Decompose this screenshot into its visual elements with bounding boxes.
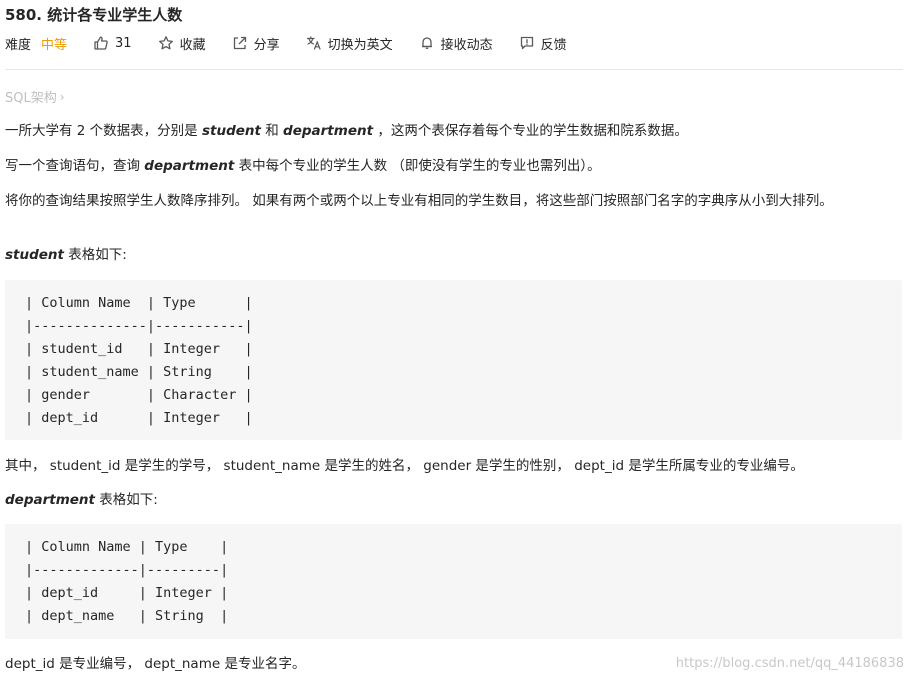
translate-icon [306, 35, 322, 51]
code-line: | student_name | String | [25, 364, 253, 380]
student-schema-code: | Column Name | Type | |--------------|--… [25, 292, 253, 430]
translate-label: 切换为英文 [327, 37, 393, 53]
code-line: | gender | Character | [25, 387, 253, 403]
share-icon [232, 35, 248, 51]
text-segment: 一所大学有 2 个数据表，分别是 [5, 123, 202, 139]
favorite-label: 收藏 [179, 37, 206, 53]
code-line: | Column Name | Type | [25, 539, 229, 555]
bell-icon [419, 35, 435, 51]
department-table-heading: department 表格如下: [5, 490, 158, 510]
breadcrumb-label[interactable]: SQL架构 [5, 87, 57, 106]
problem-toolbar: 难度 中等 31 收藏 分享 切换为英文 接收动态 反馈 [5, 34, 567, 53]
table-name-department: department [5, 492, 95, 508]
text-segment: ，这两个表保存着每个专业的学生数据和院系数据。 [373, 123, 688, 139]
table-name-department: department [144, 158, 235, 174]
translate-button[interactable]: 切换为英文 [306, 34, 393, 53]
text-segment: 表中每个专业的学生人数 （即使没有学生的专业也需列出）。 [234, 158, 601, 174]
description-paragraph-3: 将你的查询结果按照学生人数降序排列。 如果有两个或两个以上专业有相同的学生数目，… [5, 193, 833, 209]
share-label: 分享 [253, 37, 280, 53]
feedback-label: 反馈 [540, 37, 567, 53]
description-paragraph-4: 其中， student_id 是学生的学号， student_name 是学生的… [5, 458, 804, 474]
description-paragraph-1: 一所大学有 2 个数据表，分别是 student 和 department ，这… [5, 121, 688, 141]
text-segment: 表格如下: [63, 247, 127, 263]
feedback-icon [519, 35, 535, 51]
code-line: | Column Name | Type | [25, 295, 253, 311]
code-line: |--------------|-----------| [25, 318, 253, 334]
table-name-student: student [5, 247, 64, 263]
code-line: | dept_name | String | [25, 608, 229, 624]
problem-page: 580. 统计各专业学生人数 难度 中等 31 收藏 分享 切换为英文 接收动态… [0, 0, 913, 683]
like-count: 31 [115, 35, 132, 51]
thumbs-up-icon [93, 35, 109, 51]
student-table-heading: student 表格如下: [5, 245, 127, 265]
header-divider [5, 69, 903, 70]
star-icon [158, 35, 174, 51]
code-line: | student_id | Integer | [25, 341, 253, 357]
chevron-right-icon: › [59, 89, 65, 104]
description-paragraph-2: 写一个查询语句，查询 department 表中每个专业的学生人数 （即使没有学… [5, 156, 601, 176]
notify-label: 接收动态 [440, 37, 493, 53]
code-line: | dept_id | Integer | [25, 585, 229, 601]
difficulty-label: 难度 [5, 37, 32, 53]
like-button[interactable]: 31 [93, 35, 132, 51]
text-segment: 和 [260, 123, 284, 139]
department-schema-code-block: | Column Name | Type | |-------------|---… [5, 524, 902, 639]
notify-button[interactable]: 接收动态 [419, 34, 493, 53]
breadcrumb[interactable]: SQL架构 › [5, 87, 65, 107]
text-segment: 写一个查询语句，查询 [5, 158, 145, 174]
difficulty-badge: 中等 [41, 37, 68, 53]
table-name-department: department [283, 123, 374, 139]
problem-title: 580. 统计各专业学生人数 [5, 6, 183, 24]
share-button[interactable]: 分享 [232, 34, 280, 53]
text-segment: 表格如下: [95, 492, 158, 508]
department-schema-code: | Column Name | Type | |-------------|---… [25, 536, 228, 628]
feedback-button[interactable]: 反馈 [519, 34, 567, 53]
description-paragraph-5: dept_id 是专业编号， dept_name 是专业名字。 [5, 656, 306, 672]
table-name-student: student [201, 123, 261, 139]
code-line: | dept_id | Integer | [25, 410, 253, 426]
watermark: https://blog.csdn.net/qq_44186838 [675, 656, 904, 671]
code-line: |-------------|---------| [25, 562, 229, 578]
student-schema-code-block: | Column Name | Type | |--------------|--… [5, 280, 902, 440]
favorite-button[interactable]: 收藏 [158, 34, 206, 53]
